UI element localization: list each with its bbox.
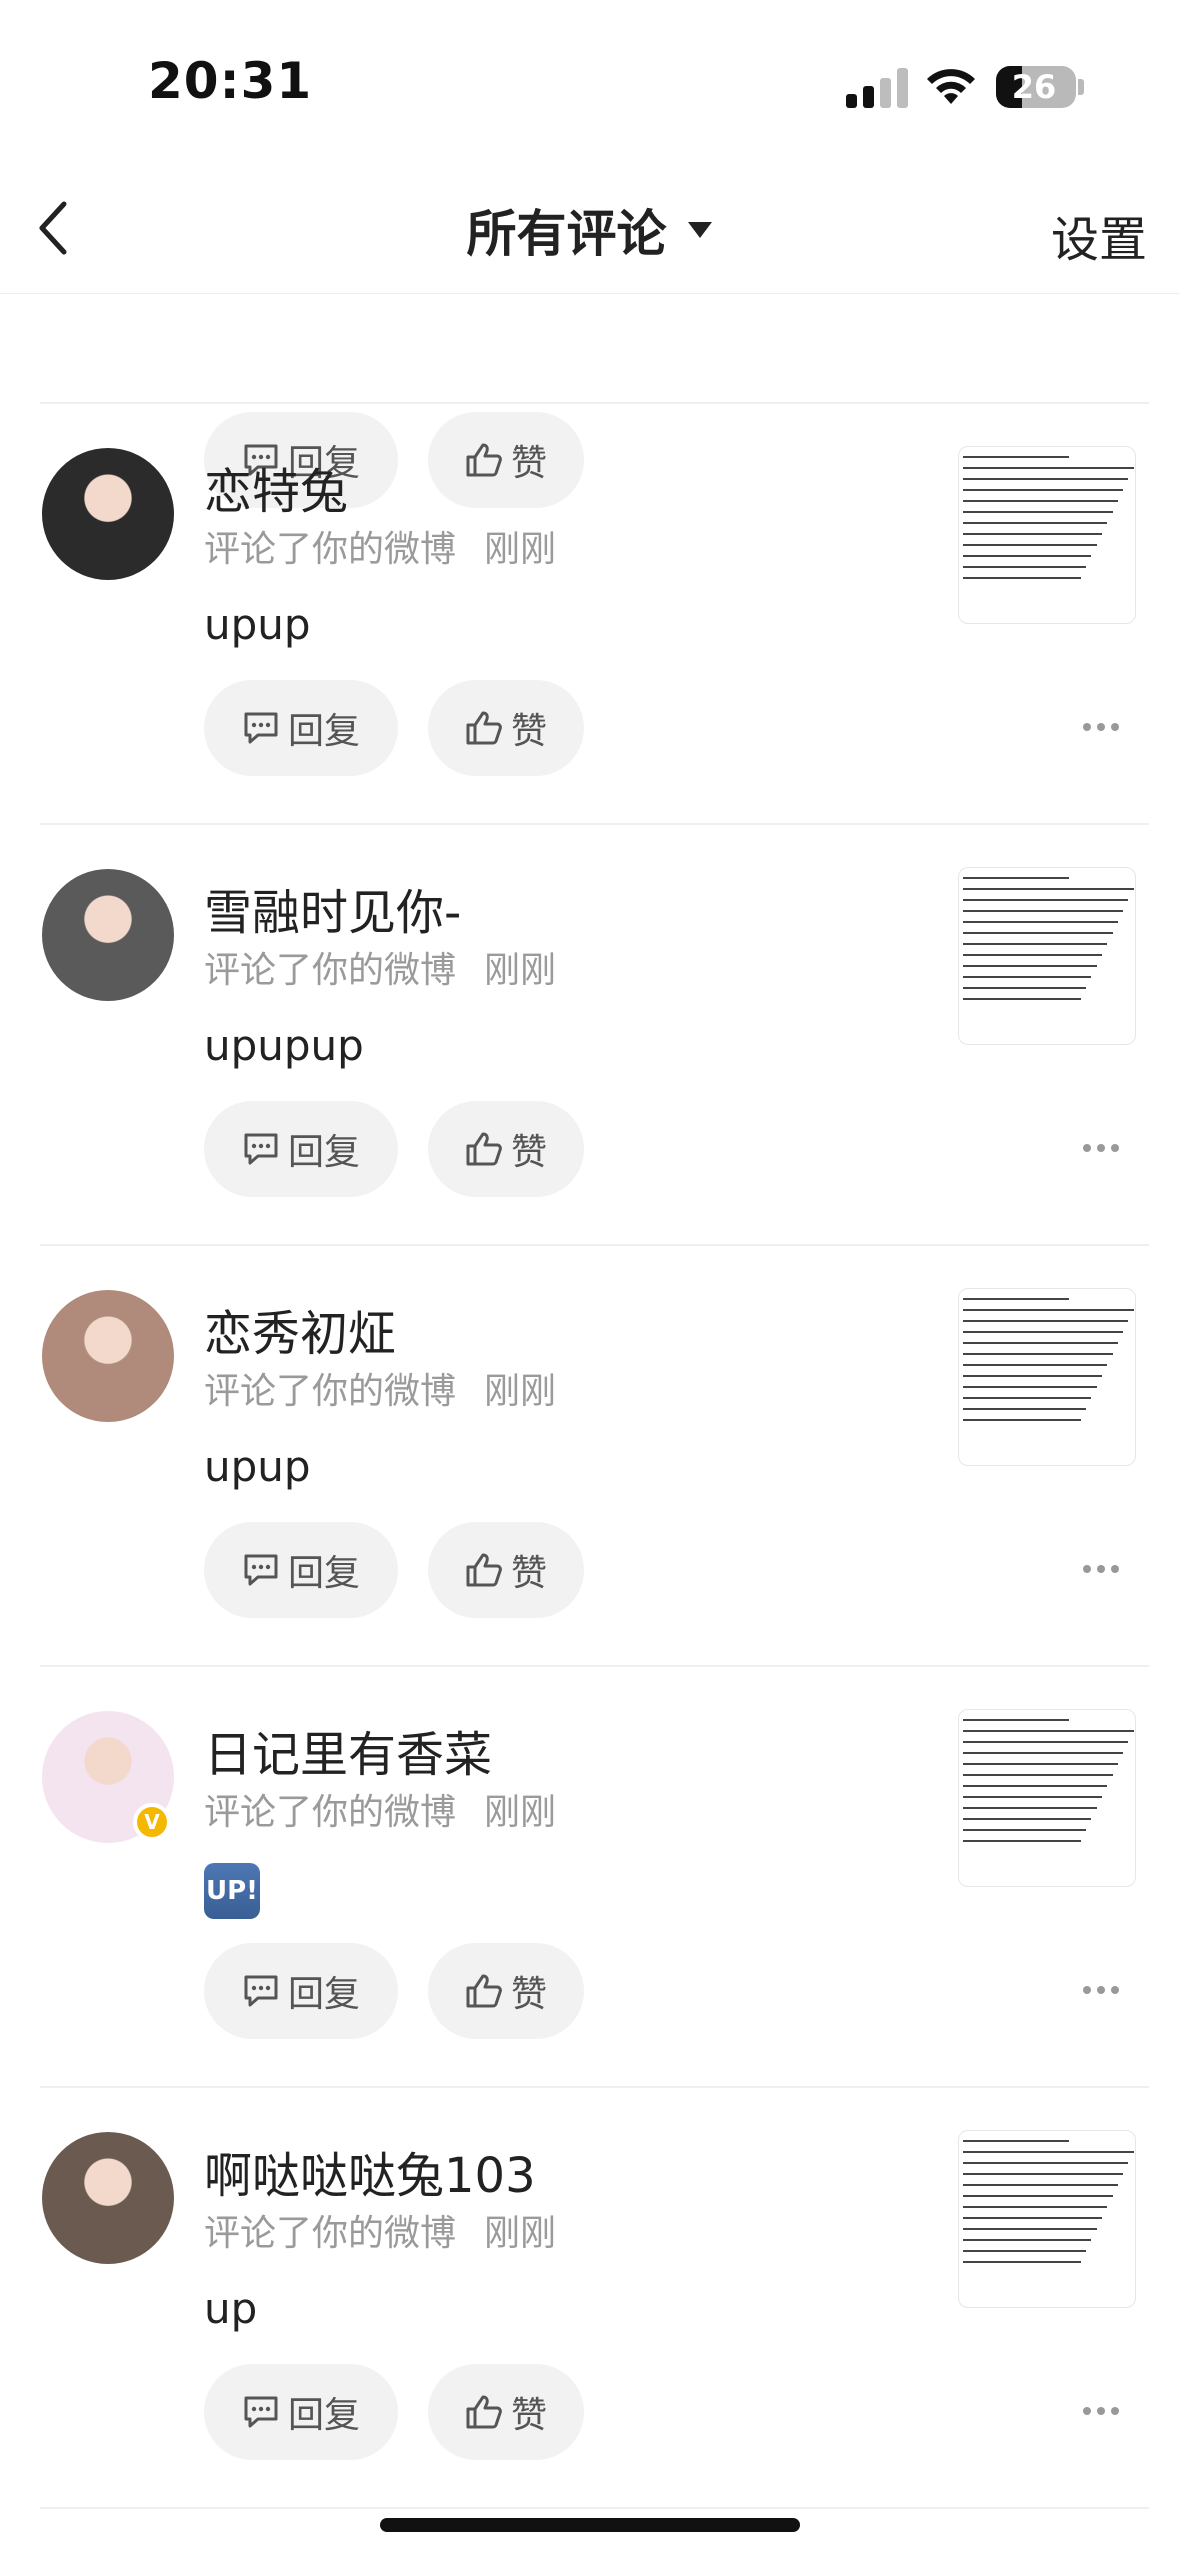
avatar[interactable]	[42, 2132, 174, 2264]
comment-text: upup	[204, 1442, 311, 1491]
more-icon[interactable]	[1082, 720, 1120, 734]
more-icon[interactable]	[1082, 1141, 1120, 1155]
comment-row[interactable]: 恋秀初炡评论了你的微博 刚刚 upup 回复 赞	[0, 1246, 1179, 1667]
battery-icon: 26	[996, 66, 1076, 108]
like-label: 赞	[510, 2395, 547, 2436]
thumbs-up-icon	[466, 2395, 502, 2429]
home-indicator	[380, 2518, 800, 2532]
comment-row[interactable]: 啊哒哒哒兔103 评论了你的微博 刚刚 up 回复 赞	[0, 2088, 1179, 2509]
like-label: 赞	[510, 1974, 547, 2015]
battery-level: 26	[1011, 68, 1057, 106]
caret-down-icon	[687, 222, 712, 238]
thumbs-up-icon	[466, 711, 502, 745]
comment-text: up	[204, 2284, 258, 2333]
username[interactable]: 恋特兔	[204, 452, 348, 522]
comment-meta: 评论了你的微博 刚刚	[204, 2213, 557, 2254]
post-thumbnail[interactable]	[958, 446, 1136, 624]
verified-badge-icon: V	[133, 1803, 171, 1841]
divider	[40, 2507, 1149, 2509]
username[interactable]: 日记里有香菜	[204, 1715, 492, 1785]
thumbs-up-icon	[466, 1553, 502, 1587]
avatar[interactable]	[42, 1290, 174, 1422]
comment-meta: 评论了你的微博 刚刚	[204, 529, 557, 570]
thumbs-up-icon	[466, 1974, 502, 2008]
like-button[interactable]: 赞	[428, 2364, 584, 2460]
reply-button[interactable]: 回复	[204, 1101, 398, 1197]
like-button[interactable]: 赞	[428, 680, 584, 776]
comment-text: upup	[204, 600, 311, 649]
post-thumbnail[interactable]	[958, 2130, 1136, 2308]
thumbs-up-icon	[466, 1132, 502, 1166]
post-thumbnail[interactable]	[958, 1709, 1136, 1887]
like-button[interactable]: 赞	[428, 1522, 584, 1618]
username[interactable]: 雪融时见你-	[204, 873, 461, 943]
like-label: 赞	[510, 1553, 547, 1594]
comment-row[interactable]: V 日记里有香菜评论了你的微博 刚刚 UP! 回复 赞	[0, 1667, 1179, 2088]
page-title: 所有评论	[466, 205, 667, 263]
like-label: 赞	[510, 1132, 547, 1173]
like-button[interactable]: 赞	[428, 1943, 584, 2039]
more-icon[interactable]	[1082, 1562, 1120, 1576]
list-item: 回复 赞	[0, 294, 1179, 508]
cellular-signal-icon	[846, 68, 908, 108]
username[interactable]: 啊哒哒哒兔103	[204, 2136, 536, 2206]
avatar[interactable]	[42, 448, 174, 580]
comment-icon	[244, 712, 278, 744]
status-bar: 20:31 26	[0, 0, 1179, 170]
status-time: 20:31	[148, 52, 313, 110]
reply-label: 回复	[287, 2395, 360, 2436]
timestamp: 刚刚	[484, 950, 557, 991]
comment-icon	[244, 1554, 278, 1586]
comment-meta: 评论了你的微博 刚刚	[204, 1371, 557, 1412]
avatar[interactable]	[42, 869, 174, 1001]
wifi-icon	[927, 69, 975, 104]
comment-text: upupup	[204, 1021, 364, 1070]
comment-row[interactable]: 雪融时见你- 评论了你的微博 刚刚 upupup 回复 赞	[0, 825, 1179, 1246]
nav-bar: 所有评论 设置	[0, 170, 1179, 294]
reply-button[interactable]: 回复	[204, 680, 398, 776]
post-thumbnail[interactable]	[958, 867, 1136, 1045]
reply-label: 回复	[287, 1132, 360, 1173]
reply-label: 回复	[287, 1553, 360, 1594]
comment-row[interactable]: 恋特兔评论了你的微博 刚刚 upup 回复 赞	[0, 404, 1179, 825]
more-icon[interactable]	[1082, 2404, 1120, 2418]
settings-button[interactable]: 设置	[1051, 200, 1147, 270]
comment-filter-dropdown[interactable]: 所有评论	[0, 194, 1179, 266]
timestamp: 刚刚	[484, 529, 557, 570]
comment-icon	[244, 1133, 278, 1165]
like-button[interactable]: 赞	[428, 1101, 584, 1197]
comment-feed[interactable]: 回复 赞 恋特兔 评论了你的微博 刚刚 upup 回复赞雪融时见你- 评论了你的微博 刚刚 u…	[0, 294, 1179, 2556]
reply-button[interactable]: 回复	[204, 1943, 398, 2039]
username[interactable]: 恋秀初炡	[204, 1294, 396, 1364]
more-icon[interactable]	[1082, 1983, 1120, 1997]
timestamp: 刚刚	[484, 1792, 557, 1833]
timestamp: 刚刚	[484, 2213, 557, 2254]
comment-icon	[244, 2396, 278, 2428]
timestamp: 刚刚	[484, 1371, 557, 1412]
reply-button[interactable]: 回复	[204, 2364, 398, 2460]
post-thumbnail[interactable]	[958, 1288, 1136, 1466]
reply-label: 回复	[287, 1974, 360, 2015]
up-emoji: UP!	[204, 1863, 260, 1919]
comment-icon	[244, 1975, 278, 2007]
comment-meta: 评论了你的微博 刚刚	[204, 1792, 557, 1833]
reply-label: 回复	[287, 711, 360, 752]
comment-meta: 评论了你的微博 刚刚	[204, 950, 557, 991]
like-label: 赞	[510, 711, 547, 752]
reply-button[interactable]: 回复	[204, 1522, 398, 1618]
